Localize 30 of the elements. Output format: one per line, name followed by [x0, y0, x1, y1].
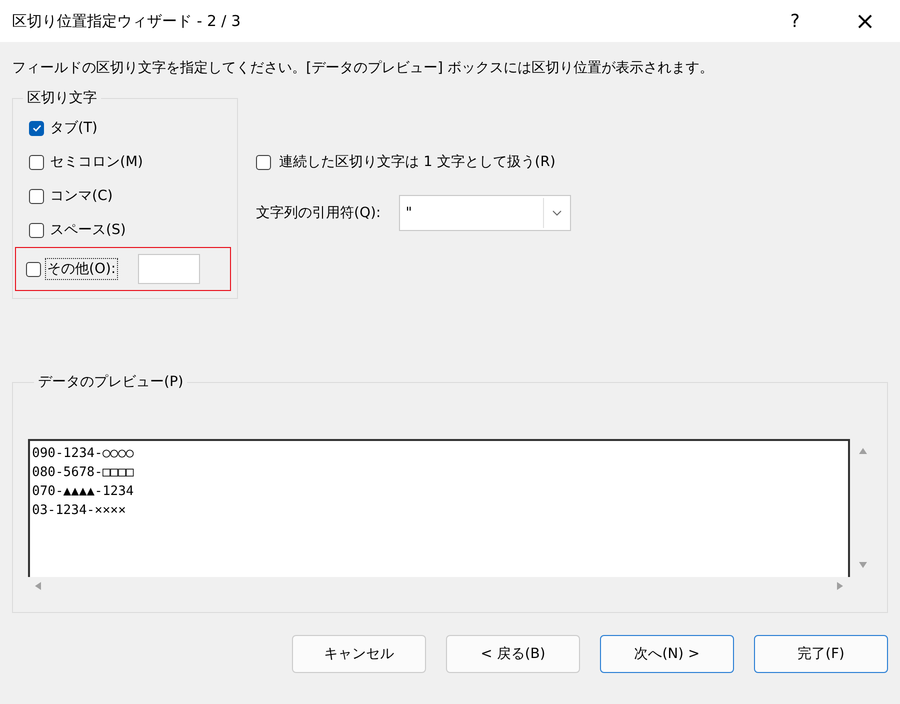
checkbox-label[interactable]: コンマ(C)	[50, 187, 113, 205]
checkbox-label[interactable]: スペース(S)	[50, 221, 126, 239]
checkbox[interactable]	[29, 222, 44, 238]
help-button[interactable]: ?	[760, 0, 830, 42]
field-label: 文字列の引用符(Q):	[256, 204, 381, 222]
preview-line: 090-1234-○○○○	[32, 445, 135, 463]
dialog-button[interactable]: 次へ(N) >	[600, 635, 734, 673]
input-field[interactable]	[138, 254, 200, 284]
checkbox[interactable]	[26, 262, 41, 276]
checkbox[interactable]	[29, 188, 44, 204]
checkbox[interactable]	[256, 154, 271, 170]
dialog-button[interactable]: < 戻る(B)	[446, 635, 580, 673]
checkbox-label[interactable]: タブ(T)	[50, 119, 98, 137]
group-title: 区切り文字	[26, 89, 98, 107]
group-title: データのプレビュー(P)	[37, 373, 184, 391]
preview-line: 080-5678-□□□□	[32, 464, 135, 482]
checkbox[interactable]	[29, 154, 44, 170]
window-title: 区切り位置指定ウィザード - 2 / 3	[12, 12, 242, 30]
checkbox-label[interactable]: その他(O):	[47, 260, 116, 278]
quote-dropdown[interactable]: "	[398, 195, 571, 231]
close-button[interactable]: ×	[830, 0, 900, 42]
chevron-down-icon	[552, 210, 562, 216]
instruction-text: フィールドの区切り文字を指定してください。[データのプレビュー] ボックスには区切り位置が表示されます。	[12, 59, 714, 77]
checkbox[interactable]	[29, 120, 44, 136]
dialog-button[interactable]: 完了(F)	[754, 635, 888, 673]
checkbox-label[interactable]: セミコロン(M)	[50, 153, 144, 171]
preview-line: 03-1234-××××	[32, 502, 127, 520]
checkbox-label[interactable]: 連続した区切り文字は 1 文字として扱う(R)	[279, 153, 556, 171]
dialog-button[interactable]: キャンセル	[292, 635, 426, 673]
preview-line: 070-▲▲▲▲-1234	[32, 483, 135, 501]
